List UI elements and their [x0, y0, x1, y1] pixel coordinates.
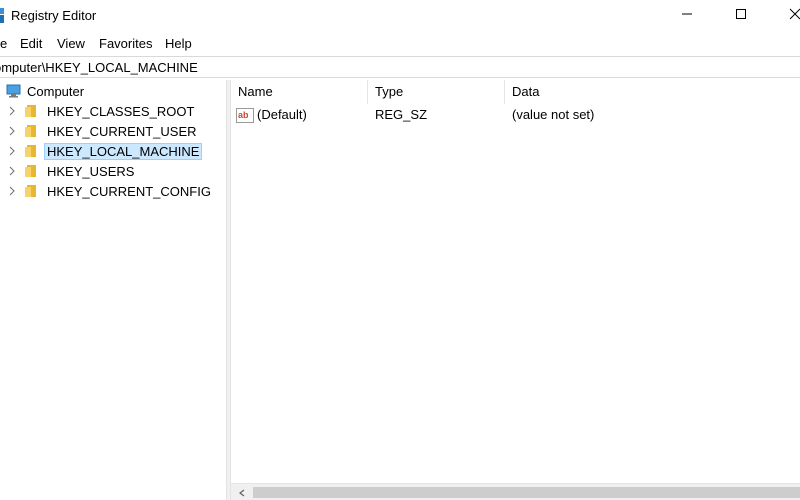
tree-item-hkey-current-config[interactable]: HKEY_CURRENT_CONFIG	[6, 181, 214, 201]
chevron-right-icon[interactable]	[6, 101, 18, 121]
menu-file[interactable]: e	[0, 36, 7, 51]
svg-text:ab: ab	[238, 110, 249, 120]
chevron-right-icon[interactable]	[6, 181, 18, 201]
tree-item-label: HKEY_LOCAL_MACHINE	[44, 142, 203, 160]
value-data: (value not set)	[512, 107, 595, 122]
menu-favorites[interactable]: Favorites	[99, 36, 152, 51]
title-bar: Registry Editor	[0, 0, 800, 32]
column-header-type[interactable]: Type	[368, 80, 505, 104]
tree-item-label: HKEY_CURRENT_CONFIG	[47, 183, 211, 199]
close-icon	[789, 8, 800, 23]
scrollbar-thumb[interactable]	[253, 487, 800, 498]
chevron-right-icon[interactable]	[6, 161, 18, 181]
tree-item-computer[interactable]: Computer	[6, 81, 87, 101]
folder-icon	[24, 164, 38, 178]
tree-item-hkey-users[interactable]: HKEY_USERS	[6, 161, 137, 181]
close-button[interactable]	[772, 0, 800, 30]
menu-bar: e Edit View Favorites Help	[0, 34, 800, 54]
horizontal-scrollbar[interactable]	[231, 483, 800, 500]
value-name: (Default)	[257, 107, 307, 122]
minimize-icon	[681, 8, 693, 23]
address-bar[interactable]: omputer\HKEY_LOCAL_MACHINE	[0, 56, 800, 78]
tree-item-hkey-current-user[interactable]: HKEY_CURRENT_USER	[6, 121, 200, 141]
tree-item-label: HKEY_CURRENT_USER	[47, 123, 197, 139]
tree-item-hkey-local-machine[interactable]: HKEY_LOCAL_MACHINE	[6, 141, 203, 161]
maximize-icon	[735, 8, 747, 23]
value-type: REG_SZ	[375, 107, 428, 122]
window-title: Registry Editor	[11, 8, 97, 23]
tree-item-label: HKEY_CLASSES_ROOT	[47, 103, 195, 119]
value-list[interactable]: Name Type Data ab (Default) REG_SZ (valu…	[231, 80, 800, 500]
folder-icon	[24, 104, 38, 118]
column-header-name[interactable]: Name	[231, 80, 368, 104]
column-header-data[interactable]: Data	[505, 80, 800, 104]
key-tree[interactable]: Computer HKEY_CLASSES_ROOT HKEY_CURRENT_…	[0, 80, 226, 500]
tree-item-label: HKEY_USERS	[47, 163, 135, 179]
minimize-button[interactable]	[664, 0, 710, 30]
tree-item-hkey-classes-root[interactable]: HKEY_CLASSES_ROOT	[6, 101, 197, 121]
folder-icon	[24, 144, 38, 158]
folder-icon	[24, 124, 38, 138]
registry-icon	[0, 8, 6, 24]
scroll-left-button[interactable]	[233, 484, 250, 500]
string-value-icon: ab	[236, 108, 254, 123]
menu-edit[interactable]: Edit	[20, 36, 42, 51]
maximize-button[interactable]	[718, 0, 764, 30]
menu-view[interactable]: View	[57, 36, 85, 51]
folder-icon	[24, 184, 38, 198]
chevron-left-icon	[238, 489, 244, 496]
value-row[interactable]: ab (Default) REG_SZ (value not set)	[231, 105, 800, 125]
computer-icon	[6, 84, 21, 98]
address-path[interactable]: omputer\HKEY_LOCAL_MACHINE	[0, 60, 198, 75]
chevron-right-icon[interactable]	[6, 121, 18, 141]
menu-help[interactable]: Help	[165, 36, 192, 51]
chevron-right-icon[interactable]	[6, 141, 18, 161]
tree-item-label: Computer	[27, 83, 85, 99]
